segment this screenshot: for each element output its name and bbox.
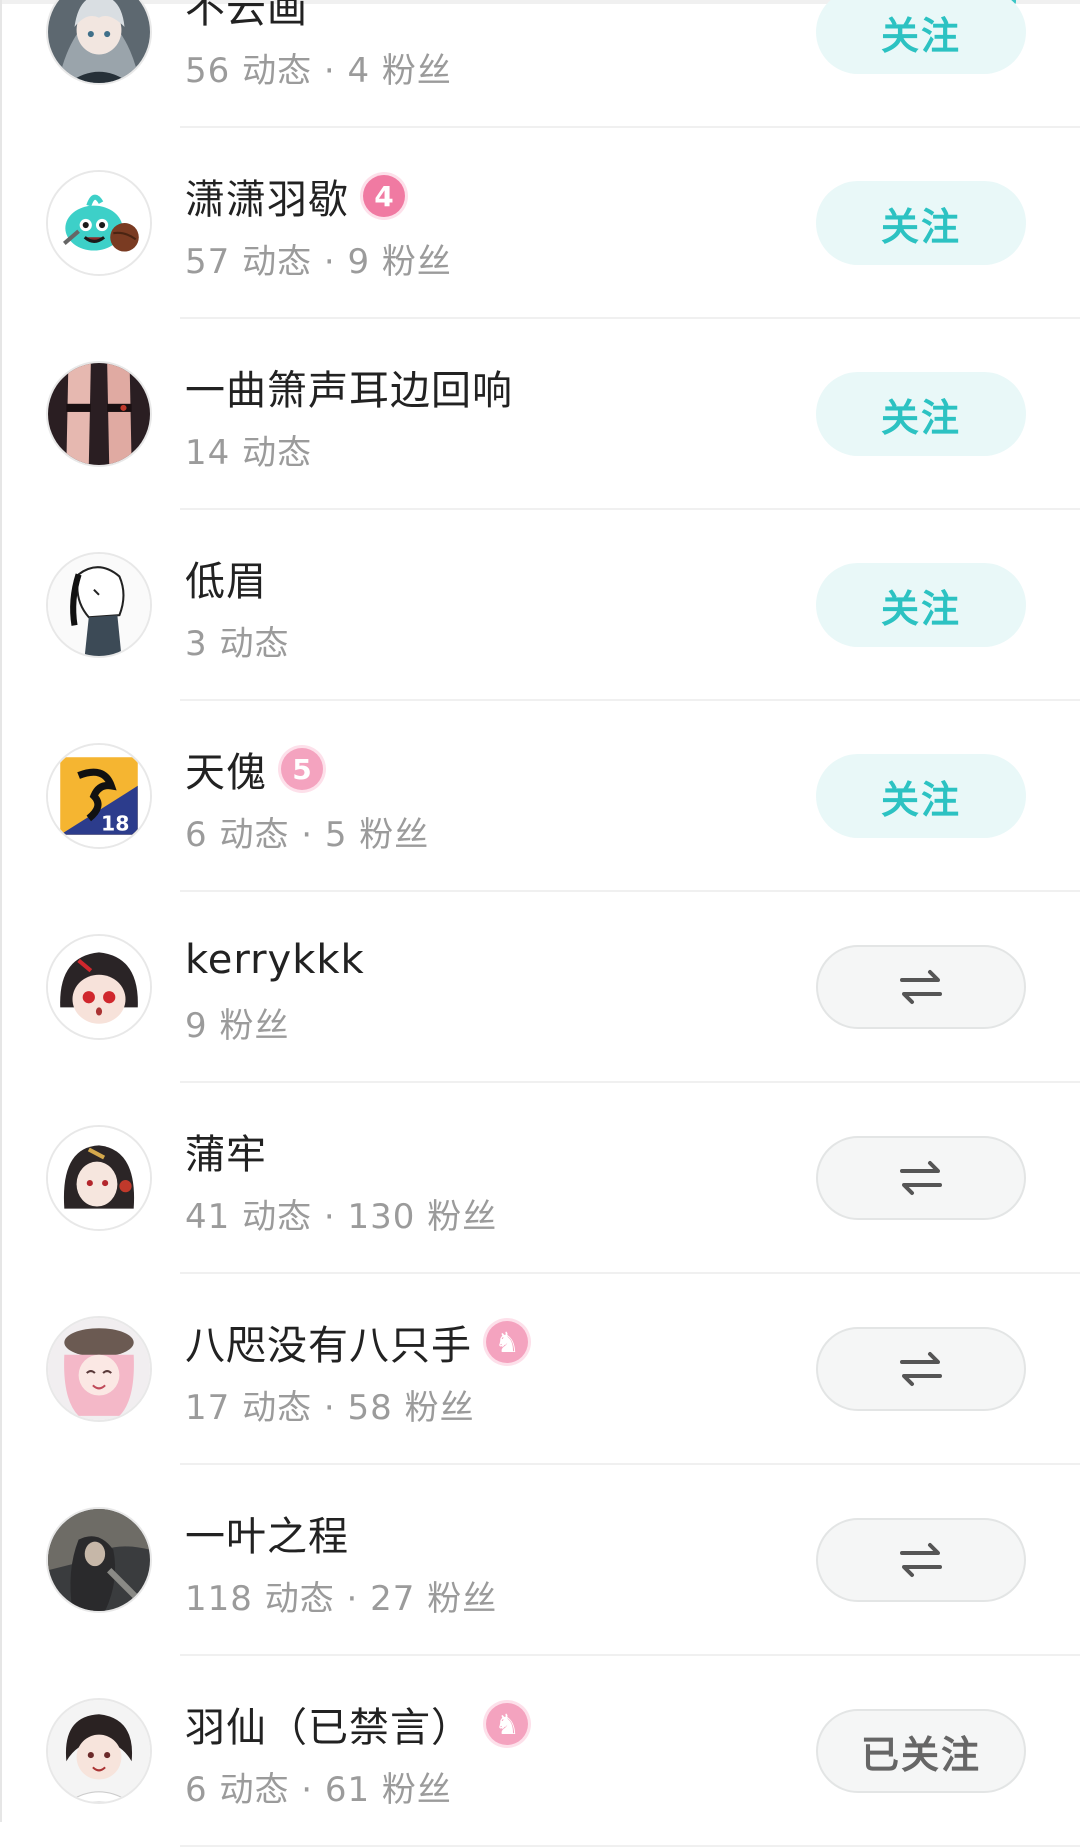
- user-stats: 14 动态: [185, 433, 313, 473]
- svg-text:18: 18: [101, 812, 129, 836]
- user-name[interactable]: 不云画: [185, 0, 308, 34]
- user-name[interactable]: 蒲牢: [185, 1122, 267, 1180]
- swap-arrows-icon: [900, 1161, 942, 1195]
- user-stats: 6 动态 · 61 粉丝: [185, 1770, 452, 1810]
- user-stats: 17 动态 · 58 粉丝: [185, 1388, 475, 1428]
- user-name[interactable]: 潇潇羽歇: [185, 167, 349, 225]
- list-item[interactable]: 低眉 3 动态 关注: [0, 510, 1080, 701]
- swap-arrows-icon: [900, 1543, 942, 1577]
- swap-arrows-icon: [900, 970, 942, 1004]
- avatar-pink-hair-beret-icon: [48, 1318, 150, 1420]
- avatar[interactable]: [46, 1698, 152, 1804]
- mutual-follow-button[interactable]: [816, 1327, 1026, 1411]
- list-item[interactable]: 一叶之程 118 动态 · 27 粉丝: [0, 1465, 1080, 1656]
- level-badge-icon: 4: [363, 175, 405, 217]
- mutual-follow-button[interactable]: [816, 1136, 1026, 1220]
- follow-button[interactable]: 关注: [816, 181, 1026, 265]
- avatar-dragon-logo-18-icon: 18: [48, 745, 150, 847]
- user-name[interactable]: 一曲箫声耳边回响: [185, 358, 513, 416]
- avatar[interactable]: [46, 552, 152, 658]
- follow-button[interactable]: 关注: [816, 754, 1026, 838]
- avatar-anime-boy-icon: [48, 1700, 150, 1802]
- list-item[interactable]: 蒲牢 41 动态 · 130 粉丝: [0, 1083, 1080, 1274]
- follow-button[interactable]: 关注: [816, 563, 1026, 647]
- annual-badge-icon: ♞: [486, 1703, 528, 1745]
- avatar[interactable]: [46, 1507, 152, 1613]
- list-item[interactable]: 八咫没有八只手 ♞ 17 动态 · 58 粉丝: [0, 1274, 1080, 1465]
- avatar[interactable]: [46, 1125, 152, 1231]
- user-list: 不云画 56 动态 · 4 粉丝 关注 潇潇羽歇 4 57 动态 · 9 粉丝 …: [0, 0, 1080, 1847]
- avatar[interactable]: 18: [46, 743, 152, 849]
- avatar[interactable]: [46, 361, 152, 467]
- avatar-chibi-red-eyes-icon: [48, 936, 150, 1038]
- swap-arrows-icon: [900, 1352, 942, 1386]
- user-name[interactable]: 一叶之程: [185, 1504, 349, 1562]
- follow-button[interactable]: 关注: [816, 372, 1026, 456]
- list-item[interactable]: 不云画 56 动态 · 4 粉丝 关注: [0, 0, 1080, 128]
- avatar-anime-silver-hair-icon: [48, 0, 150, 83]
- avatar[interactable]: [46, 1316, 152, 1422]
- annual-badge-icon: ♞: [486, 1321, 528, 1363]
- avatar-sketch-character-icon: [48, 554, 150, 656]
- list-item[interactable]: kerrykkk 9 粉丝: [0, 892, 1080, 1083]
- level-badge-icon: 5: [281, 748, 323, 790]
- user-stats: 6 动态 · 5 粉丝: [185, 815, 430, 855]
- list-item[interactable]: 一曲箫声耳边回响 14 动态 关注: [0, 319, 1080, 510]
- mutual-follow-button[interactable]: [816, 945, 1026, 1029]
- list-item[interactable]: 18 天傀 5 6 动态 · 5 粉丝 关注: [0, 701, 1080, 892]
- user-name[interactable]: 八咫没有八只手: [185, 1313, 472, 1371]
- user-stats: 118 动态 · 27 粉丝: [185, 1579, 498, 1619]
- user-name[interactable]: kerrykkk: [185, 937, 365, 983]
- list-item[interactable]: 潇潇羽歇 4 57 动态 · 9 粉丝 关注: [0, 128, 1080, 319]
- user-name[interactable]: 低眉: [185, 549, 267, 607]
- avatar-teal-slime-icon: [48, 172, 150, 274]
- list-item[interactable]: 羽仙（已禁言） ♞ 6 动态 · 61 粉丝 已关注: [0, 1656, 1080, 1847]
- avatar[interactable]: [46, 934, 152, 1040]
- follow-button[interactable]: 关注: [816, 0, 1026, 74]
- avatar-anime-dark-hair-icon: [48, 1127, 150, 1229]
- user-stats: 41 动态 · 130 粉丝: [185, 1197, 498, 1237]
- user-stats: 9 粉丝: [185, 1006, 290, 1046]
- user-stats: 57 动态 · 9 粉丝: [185, 242, 452, 282]
- user-name[interactable]: 天傀: [185, 740, 267, 798]
- followed-button[interactable]: 已关注: [816, 1709, 1026, 1793]
- avatar[interactable]: [46, 0, 152, 85]
- avatar-dark-painting-icon: [48, 1509, 150, 1611]
- user-stats: 3 动态: [185, 624, 290, 664]
- avatar-dark-figure-icon: [48, 363, 150, 465]
- user-name[interactable]: 羽仙（已禁言）: [185, 1695, 472, 1753]
- mutual-follow-button[interactable]: [816, 1518, 1026, 1602]
- avatar[interactable]: [46, 170, 152, 276]
- user-stats: 56 动态 · 4 粉丝: [185, 51, 452, 91]
